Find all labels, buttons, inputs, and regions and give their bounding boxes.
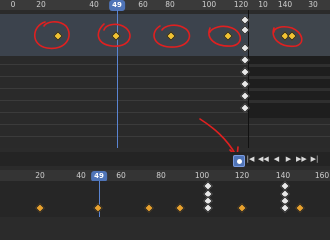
bottom-ruler[interactable]: 20 40 60 80 100 120 140 160	[0, 170, 330, 181]
circle-annotation	[272, 25, 303, 48]
ruler-tick: 20	[35, 171, 45, 180]
playback-controls: |◀ ◀◀ ◀ ▶ ▶▶ ▶|	[246, 154, 326, 165]
ruler-tick: 140	[275, 171, 291, 180]
ruler-tick: 100	[194, 171, 210, 180]
jump-to-start-icon[interactable]: |◀	[246, 154, 255, 165]
circle-annotation	[97, 23, 131, 47]
circle-annotation	[208, 25, 242, 47]
ruler-tick: 80	[156, 171, 166, 180]
play-reverse-icon[interactable]: ◀	[272, 154, 281, 165]
circle-annotation	[153, 24, 191, 48]
play-icon[interactable]: ▶	[284, 154, 293, 165]
ruler-tick: 160	[314, 171, 330, 180]
ruler-tick: 120	[234, 171, 250, 180]
record-icon[interactable]	[233, 155, 245, 167]
circle-annotation	[33, 21, 70, 50]
jump-to-end-icon[interactable]: ▶|	[310, 154, 319, 165]
next-keyframe-icon[interactable]: ▶▶	[296, 154, 307, 165]
ruler-tick: 60	[116, 171, 126, 180]
prev-keyframe-icon[interactable]: ◀◀	[258, 154, 269, 165]
ruler-tick: 40	[76, 171, 86, 180]
